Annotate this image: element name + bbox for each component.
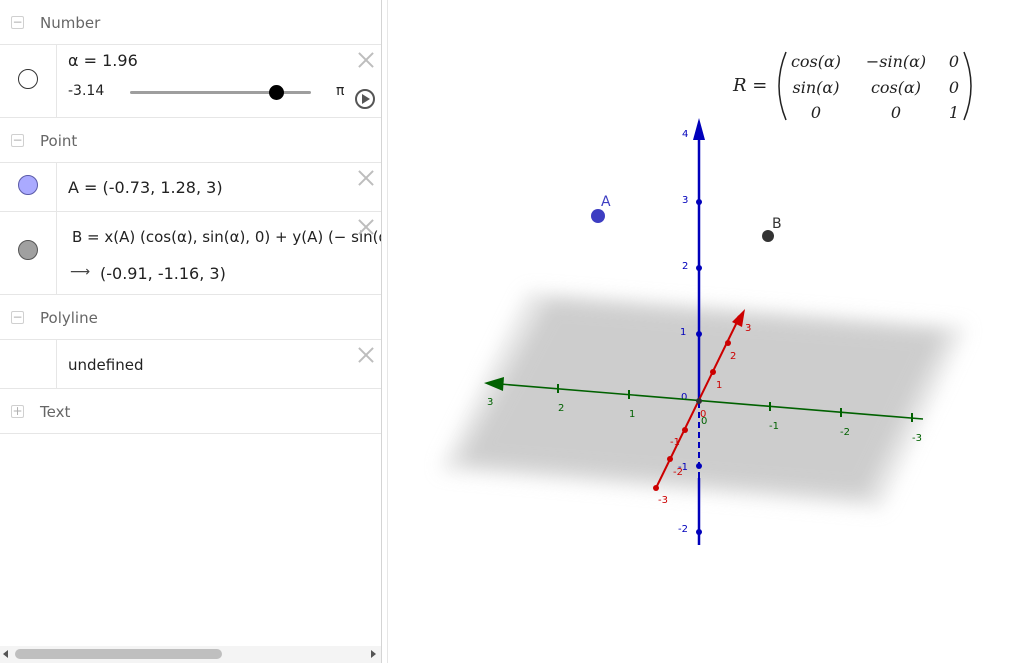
group-label-point: Point [40,132,78,150]
matrix-cell: 0 [811,103,821,122]
output-arrow-icon: ⟶ [70,264,91,280]
expand-toggle-icon[interactable]: + [11,405,24,418]
algebra-item-point-a[interactable]: A = (-0.73, 1.28, 3) [0,163,381,212]
scrollbar-thumb[interactable] [15,649,222,659]
horizontal-scrollbar[interactable] [0,646,381,663]
marble-cell [0,340,57,388]
y-tick-label: -3 [912,433,922,444]
slider-min-label: -3.14 [68,83,105,99]
visibility-toggle-icon[interactable] [18,69,38,89]
origin-point [696,398,702,404]
z-tick-label: 4 [682,129,688,140]
slider-max-label: π [336,83,345,99]
group-header-point[interactable]: − Point [0,118,381,163]
y-tick-label: -2 [840,427,850,438]
y-tick-label: -1 [769,421,779,432]
slider-thumb[interactable] [269,85,285,100]
matrix-cell: −sin(α) [866,52,926,71]
algebra-item-polyline[interactable]: undefined [0,340,381,389]
z-tick-label: 0 [681,392,687,403]
z-tick-label: 2 [682,261,688,272]
view-splitter[interactable] [381,0,388,663]
marble-cell [0,212,57,294]
delete-icon[interactable] [356,168,376,188]
point-b-definition[interactable]: B = x(A) (cos(α), sin(α), 0) + y(A) (− s… [72,228,381,246]
rotation-matrix-text[interactable]: R = cos(α) −sin(α) 0 sin(α) cos(α) 0 0 0… [732,51,972,122]
matrix-cell: 1 [949,103,959,122]
polyline-value[interactable]: undefined [68,356,143,374]
visibility-toggle-icon[interactable] [18,240,38,260]
left-bracket-icon [778,51,787,121]
point-a-label[interactable]: A [601,194,611,210]
point-a-definition[interactable]: A = (-0.73, 1.28, 3) [68,178,223,197]
point-b-value: (-0.91, -1.16, 3) [100,264,226,283]
x-tick-label: 3 [745,323,751,334]
marble-cell [0,45,57,117]
visibility-toggle-icon[interactable] [18,175,38,195]
x-tick-label: -1 [670,437,680,448]
group-label-text: Text [40,403,71,421]
x-tick-label: 1 [716,380,722,391]
delete-icon[interactable] [356,345,376,365]
matrix-cell: 0 [949,78,959,97]
group-header-polyline[interactable]: − Polyline [0,295,381,340]
matrix-lhs: R = [732,75,767,96]
x-tick-label: -3 [658,495,668,506]
play-icon[interactable] [355,89,375,109]
y-tick-label: 1 [629,409,635,420]
collapse-toggle-icon[interactable]: − [11,134,24,147]
matrix-cell: sin(α) [793,78,840,97]
scroll-right-icon[interactable] [371,650,376,658]
slider-definition[interactable]: α = 1.96 [68,51,138,70]
matrix-cell: 0 [949,52,959,71]
delete-icon[interactable] [356,50,376,70]
matrix-cell: cos(α) [791,52,841,71]
group-header-number[interactable]: − Number [0,0,381,45]
y-tick-label: 3 [487,397,493,408]
delete-icon[interactable] [356,217,376,237]
x-tick-label: 2 [730,351,736,362]
y-tick-label: 2 [558,403,564,414]
graphics-3d-view[interactable]: 4 3 2 1 0 -1 -2 3 2 1 0 -1 -2 -3 3 2 1 0… [388,0,1024,663]
algebra-item-point-b[interactable]: B = x(A) (cos(α), sin(α), 0) + y(A) (− s… [0,212,381,295]
marble-cell [0,163,57,211]
algebra-view: − Number α = 1.96 -3.14 π − Point A = (-… [0,0,381,663]
x-tick-label: -2 [673,467,683,478]
matrix-cell: 0 [891,103,901,122]
graphics-canvas[interactable]: 4 3 2 1 0 -1 -2 3 2 1 0 -1 -2 -3 3 2 1 0… [388,0,1024,663]
z-tick-label: 1 [680,327,686,338]
group-header-text[interactable]: + Text [0,389,381,434]
point-a[interactable] [591,209,605,223]
collapse-toggle-icon[interactable]: − [11,311,24,324]
right-bracket-icon [963,51,972,121]
matrix-cell: cos(α) [871,78,921,97]
group-label-polyline: Polyline [40,309,98,327]
collapse-toggle-icon[interactable]: − [11,16,24,29]
group-label-number: Number [40,14,101,32]
point-b-label[interactable]: B [772,216,782,232]
algebra-item-alpha[interactable]: α = 1.96 -3.14 π [0,45,381,118]
z-tick-label: 3 [682,195,688,206]
z-tick-label: -2 [678,524,688,535]
scroll-left-icon[interactable] [3,650,8,658]
x-tick-label: 0 [700,409,706,420]
